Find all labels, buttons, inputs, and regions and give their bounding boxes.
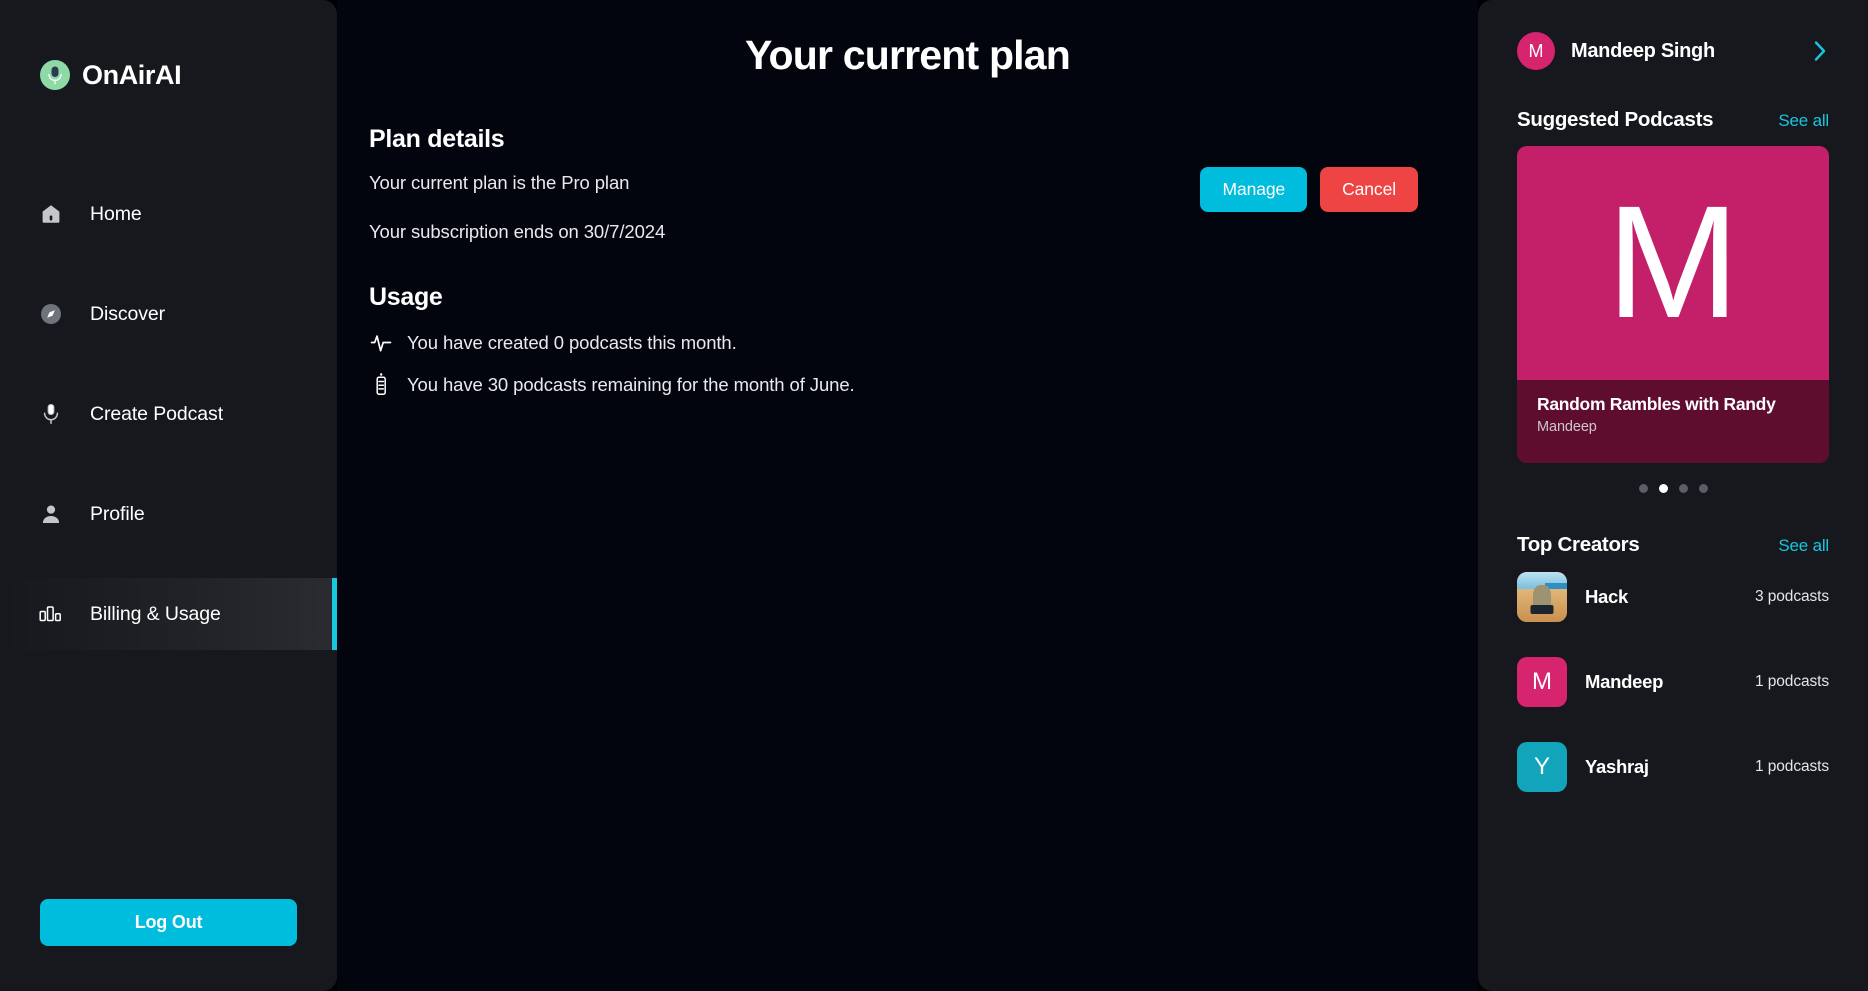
avatar: M xyxy=(1517,32,1555,70)
top-creators-title: Top Creators xyxy=(1517,533,1640,556)
top-creators-list: Hack 3 podcasts M Mandeep 1 podcasts Y Y… xyxy=(1517,571,1829,793)
manage-button[interactable]: Manage xyxy=(1200,167,1308,212)
sidebar-item-home[interactable]: Home xyxy=(0,178,337,250)
creator-avatar: M xyxy=(1517,657,1567,707)
compass-icon xyxy=(38,301,64,327)
sidebar-item-label: Profile xyxy=(90,502,145,525)
sidebar-item-label: Create Podcast xyxy=(90,402,224,425)
top-creators-header: Top Creators See all xyxy=(1517,533,1829,557)
creator-podcast-count: 1 podcasts xyxy=(1755,758,1829,775)
see-all-suggested-podcasts[interactable]: See all xyxy=(1778,111,1829,131)
podcast-author: Mandeep xyxy=(1537,419,1597,435)
brand: OnAirAI xyxy=(0,0,337,110)
subscription-end-text: Your subscription ends on 30/7/2024 xyxy=(369,221,666,242)
podcast-card-overlay: Random Rambles with Randy Mandeep xyxy=(1517,380,1829,463)
sidebar-item-label: Home xyxy=(90,202,142,225)
sidebar-item-label: Discover xyxy=(90,302,166,325)
podcast-cover-letter: M xyxy=(1606,172,1740,351)
page-title: Your current plan xyxy=(744,32,1071,78)
left-sidebar: OnAirAI Home Discover Create Podcast Pro… xyxy=(0,0,337,991)
right-panel: M Mandeep Singh Suggested Podcasts See a… xyxy=(1478,0,1868,991)
sidebar-item-discover[interactable]: Discover xyxy=(0,278,337,350)
sidebar-nav: Home Discover Create Podcast Profile Bil… xyxy=(0,178,337,678)
logout-container: Log Out xyxy=(0,899,337,991)
usage-section: Usage You have created 0 podcasts this m… xyxy=(337,283,1478,398)
sidebar-item-profile[interactable]: Profile xyxy=(0,478,337,550)
creator-row[interactable]: Y Yashraj 1 podcasts xyxy=(1517,741,1829,793)
creator-row[interactable]: M Mandeep 1 podcasts xyxy=(1517,656,1829,708)
plan-details-heading: Plan details xyxy=(369,125,505,153)
usage-row-remaining: You have 30 podcasts remaining for the m… xyxy=(369,372,1418,398)
sidebar-item-billing-usage[interactable]: Billing & Usage xyxy=(0,578,337,650)
sidebar-item-create-podcast[interactable]: Create Podcast xyxy=(0,378,337,450)
creator-podcast-count: 3 podcasts xyxy=(1755,588,1829,605)
user-profile-row[interactable]: M Mandeep Singh xyxy=(1517,24,1829,78)
activity-pulse-icon xyxy=(369,330,393,356)
see-all-top-creators[interactable]: See all xyxy=(1778,536,1829,556)
log-out-button[interactable]: Log Out xyxy=(40,899,297,946)
main-content: Your current plan Plan details Your curr… xyxy=(337,0,1478,991)
creator-name: Mandeep xyxy=(1585,671,1664,692)
battery-icon xyxy=(369,372,393,398)
usage-heading: Usage xyxy=(369,283,443,311)
creator-name: Yashraj xyxy=(1585,756,1649,777)
podcast-title: Random Rambles with Randy xyxy=(1537,394,1776,414)
person-icon xyxy=(38,501,64,527)
brand-title: OnAirAI xyxy=(82,59,182,90)
app-root: OnAirAI Home Discover Create Podcast Pro… xyxy=(0,0,1868,991)
plan-actions: Manage Cancel xyxy=(1200,167,1418,212)
bar-chart-icon xyxy=(38,601,64,627)
avatar-laptop xyxy=(1530,605,1554,614)
suggested-podcast-card[interactable]: M Random Rambles with Randy Mandeep xyxy=(1517,146,1829,463)
carousel-dot[interactable] xyxy=(1698,484,1708,493)
usage-text: You have created 0 podcasts this month. xyxy=(407,332,737,353)
suggested-podcasts-title: Suggested Podcasts xyxy=(1517,108,1714,131)
creator-avatar: Y xyxy=(1517,742,1567,792)
creator-podcast-count: 1 podcasts xyxy=(1755,673,1829,690)
usage-row-created: You have created 0 podcasts this month. xyxy=(369,330,1418,356)
plan-details-section: Plan details Your current plan is the Pr… xyxy=(337,125,1478,243)
chevron-right-icon[interactable] xyxy=(1811,38,1829,64)
carousel-dots xyxy=(1517,484,1829,493)
carousel-dot[interactable] xyxy=(1678,484,1688,493)
carousel-dot[interactable] xyxy=(1638,484,1648,493)
user-name: Mandeep Singh xyxy=(1571,39,1715,62)
carousel-dot-active[interactable] xyxy=(1658,484,1668,493)
creator-name: Hack xyxy=(1585,586,1629,607)
cancel-button[interactable]: Cancel xyxy=(1320,167,1418,212)
creator-row[interactable]: Hack 3 podcasts xyxy=(1517,571,1829,623)
suggested-podcasts-header: Suggested Podcasts See all xyxy=(1517,108,1829,132)
microphone-circle-icon xyxy=(40,60,70,90)
home-icon xyxy=(38,201,64,227)
creator-photo-avatar xyxy=(1517,572,1567,622)
microphone-icon xyxy=(38,401,64,427)
sidebar-item-label: Billing & Usage xyxy=(90,602,221,625)
usage-text: You have 30 podcasts remaining for the m… xyxy=(407,374,855,395)
